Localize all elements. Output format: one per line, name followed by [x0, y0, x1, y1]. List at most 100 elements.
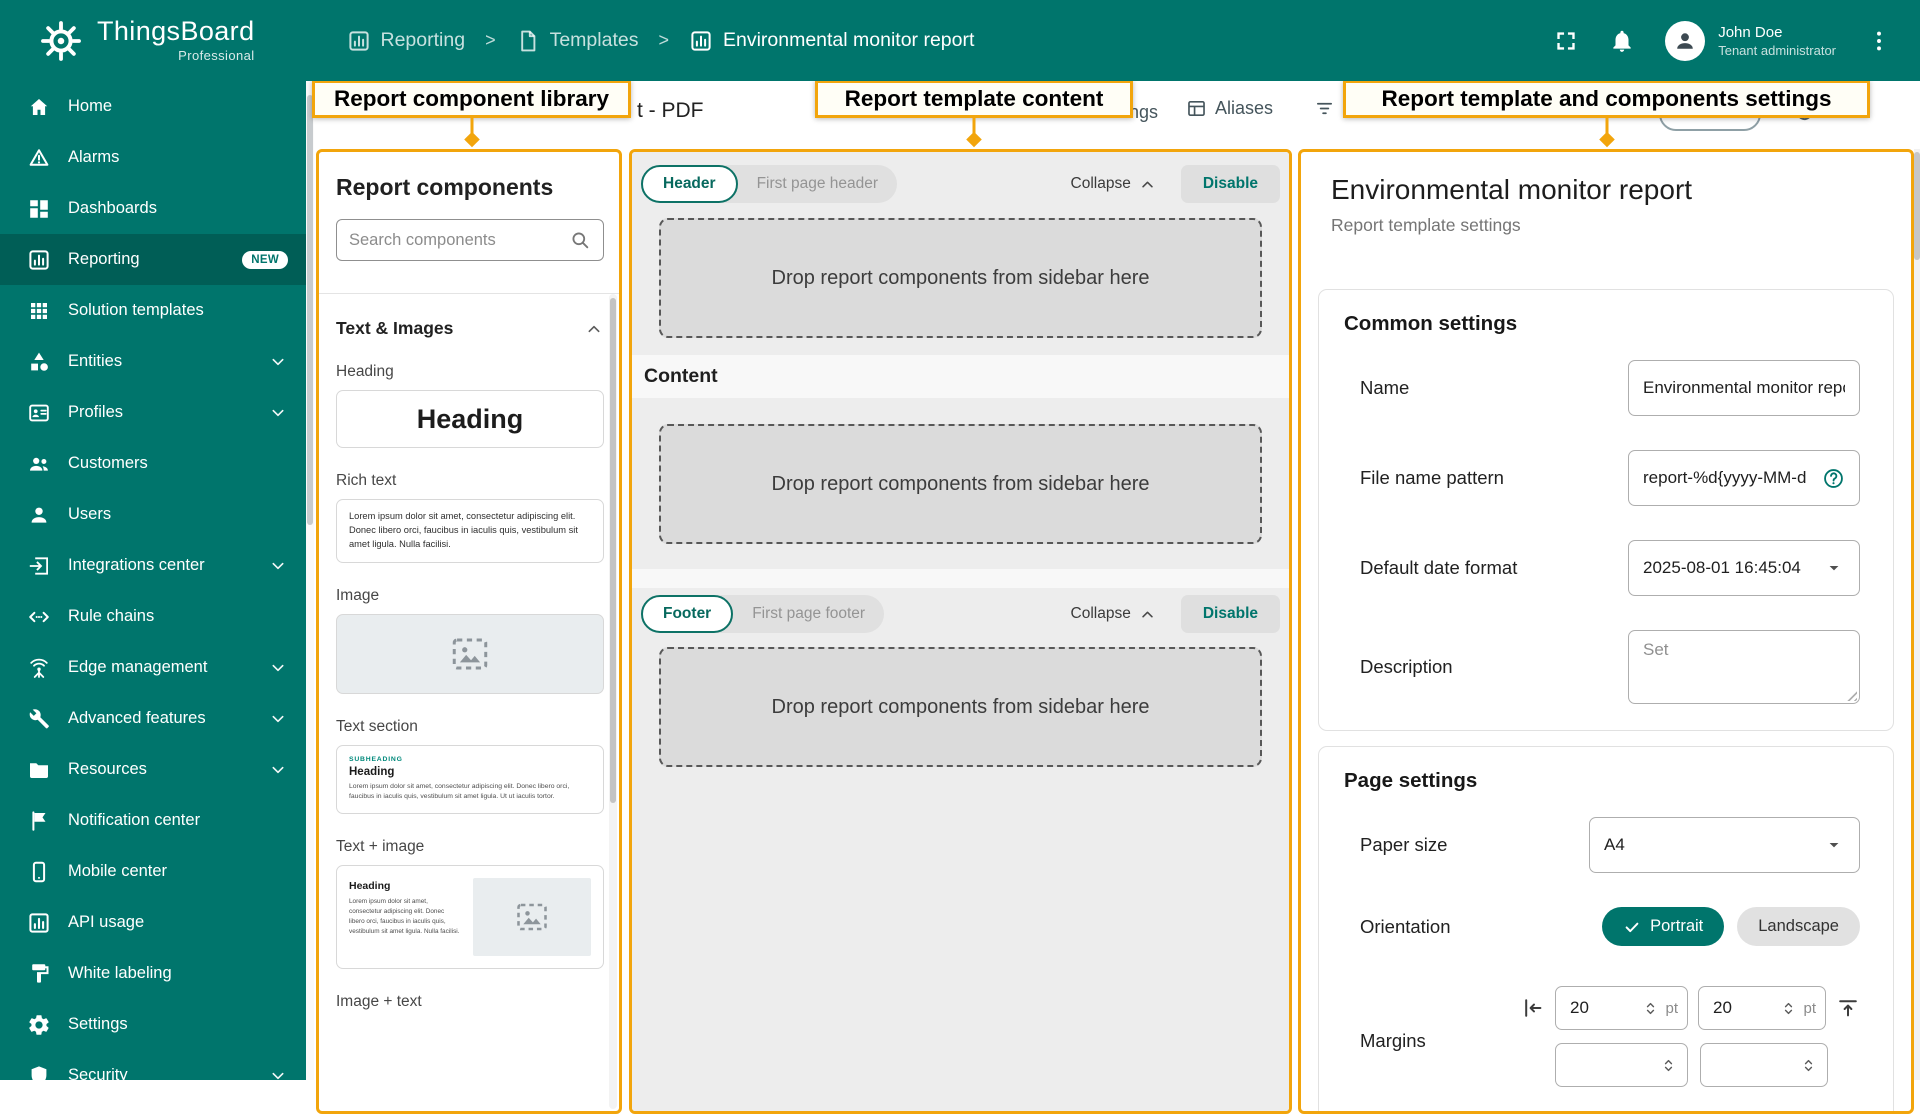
security-shield-icon — [27, 1064, 51, 1080]
sidebar-item-security[interactable]: Security — [0, 1050, 306, 1080]
collapse-button[interactable]: Collapse — [1071, 175, 1157, 194]
resize-handle[interactable] — [1846, 690, 1857, 701]
thingsboard-logo[interactable]: ThingsBoard Professional — [38, 18, 255, 64]
report-title-fragment: t - PDF — [637, 99, 704, 122]
report-components-panel: Report components Search components Text… — [316, 149, 622, 1114]
preview-subheading: SUBHEADING — [349, 755, 403, 763]
file-name-pattern-input[interactable]: report-%d{yyyy-MM-d — [1628, 450, 1860, 506]
component-image-card[interactable] — [336, 613, 604, 694]
help-icon[interactable] — [1822, 467, 1845, 490]
component-label: Image + text — [336, 992, 422, 1010]
name-input[interactable]: Environmental monitor report — [1628, 360, 1860, 416]
home-icon — [27, 95, 51, 119]
footer-chip[interactable]: Footer — [641, 595, 734, 633]
orientation-toggle: Portrait Landscape — [1602, 907, 1860, 946]
paper-size-select[interactable]: A4 — [1589, 817, 1860, 873]
white-labeling-icon — [27, 962, 51, 986]
user-role: Tenant administrator — [1718, 43, 1836, 59]
report-template-settings-panel: Environmental monitor report Report temp… — [1298, 149, 1914, 1114]
fullscreen-icon[interactable] — [1553, 28, 1579, 54]
sidebar-item-integrations-center[interactable]: Integrations center — [0, 540, 306, 591]
new-badge: NEW — [242, 250, 288, 269]
file-name-pattern-label: File name pattern — [1360, 467, 1504, 488]
section-text-and-images[interactable]: Text & Images — [336, 318, 604, 339]
notifications-bell-icon[interactable] — [1609, 28, 1635, 54]
aliases-icon — [1186, 98, 1207, 119]
disable-footer-button[interactable]: Disable — [1180, 595, 1280, 633]
scrollbar-thumb[interactable] — [610, 298, 616, 803]
scrollbar-thumb[interactable] — [1914, 152, 1920, 260]
aliases-button[interactable]: Aliases — [1186, 98, 1273, 119]
sidebar-item-rule-chains[interactable]: Rule chains — [0, 591, 306, 642]
component-text-image-card[interactable]: Heading Lorem ipsum dolor sit amet, cons… — [336, 864, 604, 969]
margin-input-4[interactable] — [1700, 1043, 1828, 1087]
entities-icon — [27, 350, 51, 374]
portrait-toggle-button[interactable]: Portrait — [1602, 907, 1725, 946]
margin-left-icon — [1521, 996, 1545, 1020]
callout-report-template-settings: Report template and components settings — [1343, 80, 1870, 118]
first-page-header-chip[interactable]: First page header — [738, 175, 898, 193]
sidebar-scrollbar[interactable] — [306, 81, 314, 1080]
sidebar-item-users[interactable]: Users — [0, 489, 306, 540]
sidebar-item-profiles[interactable]: Profiles — [0, 387, 306, 438]
scrollbar-thumb[interactable] — [307, 95, 313, 525]
sidebar-item-dashboards[interactable]: Dashboards — [0, 183, 306, 234]
first-page-footer-chip[interactable]: First page footer — [733, 605, 884, 623]
check-icon — [1623, 918, 1641, 936]
content-dropzone[interactable]: Drop report components from sidebar here — [659, 424, 1262, 544]
avatar[interactable] — [1665, 20, 1706, 61]
stepper-icon[interactable] — [1779, 999, 1798, 1018]
components-scrollbar[interactable] — [609, 294, 617, 1109]
sidebar-item-api-usage[interactable]: API usage — [0, 897, 306, 948]
stepper-icon[interactable] — [1799, 1056, 1818, 1075]
header-chip[interactable]: Header — [641, 165, 738, 203]
callout-report-component-library: Report component library — [312, 80, 631, 118]
sidebar-item-entities[interactable]: Entities — [0, 336, 306, 387]
stepper-icon[interactable] — [1641, 999, 1660, 1018]
resources-icon — [27, 758, 51, 782]
footer-dropzone[interactable]: Drop report components from sidebar here — [659, 647, 1262, 767]
sidebar-item-reporting[interactable]: Reporting NEW — [0, 234, 306, 285]
sidebar-item-edge-management[interactable]: Edge management — [0, 642, 306, 693]
component-rich-text-card[interactable]: Lorem ipsum dolor sit amet, consectetur … — [336, 499, 604, 563]
rule-chains-icon — [27, 605, 51, 629]
breadcrumb-current-page[interactable]: Environmental monitor report — [689, 29, 974, 53]
preview-body: Lorem ipsum dolor sit amet, consectetur … — [349, 897, 460, 935]
margin-input-2[interactable]: 20 pt — [1698, 986, 1826, 1030]
sidebar-item-customers[interactable]: Customers — [0, 438, 306, 489]
settings-tab-fragment[interactable]: ngs — [1129, 102, 1158, 123]
logo-title: ThingsBoard — [97, 16, 255, 46]
common-settings-heading: Common settings — [1344, 312, 1518, 335]
user-menu[interactable]: John Doe Tenant administrator — [1665, 20, 1836, 61]
sidebar-item-mobile-center[interactable]: Mobile center — [0, 846, 306, 897]
margin-top-icon — [1836, 996, 1860, 1020]
sidebar-item-resources[interactable]: Resources — [0, 744, 306, 795]
description-textarea[interactable]: Set — [1628, 630, 1860, 704]
collapse-button[interactable]: Collapse — [1071, 605, 1157, 624]
landscape-toggle-button[interactable]: Landscape — [1737, 907, 1860, 946]
disable-header-button[interactable]: Disable — [1180, 165, 1280, 203]
component-heading-card[interactable]: Heading — [336, 390, 604, 448]
more-menu-icon[interactable] — [1866, 28, 1892, 54]
sidebar-item-solution-templates[interactable]: Solution templates — [0, 285, 306, 336]
default-date-format-select[interactable]: 2025-08-01 16:45:04 — [1628, 540, 1860, 596]
callout-report-template-content: Report template content — [815, 80, 1133, 118]
search-components-input[interactable]: Search components — [336, 219, 604, 261]
sidebar-item-alarms[interactable]: Alarms — [0, 132, 306, 183]
sidebar-item-white-labeling[interactable]: White labeling — [0, 948, 306, 999]
stepper-icon[interactable] — [1659, 1056, 1678, 1075]
breadcrumb-reporting[interactable]: Reporting — [347, 29, 465, 53]
sidebar-item-home[interactable]: Home — [0, 81, 306, 132]
breadcrumb-templates[interactable]: Templates — [516, 29, 638, 53]
footer-chip-group: Footer First page footer — [641, 595, 885, 633]
report-template-content-panel: Header First page header Collapse Disabl… — [629, 149, 1292, 1114]
sidebar-item-settings[interactable]: Settings — [0, 999, 306, 1050]
sidebar-item-notification-center[interactable]: Notification center — [0, 795, 306, 846]
margin-input-3[interactable] — [1555, 1043, 1688, 1087]
mobile-center-icon — [27, 860, 51, 884]
margin-input-1[interactable]: 20 pt — [1555, 986, 1688, 1030]
header-dropzone[interactable]: Drop report components from sidebar here — [659, 218, 1262, 338]
component-text-section-card[interactable]: SUBHEADING Heading Lorem ipsum dolor sit… — [336, 744, 604, 814]
page-scrollbar[interactable] — [1914, 149, 1920, 1080]
sidebar-item-advanced-features[interactable]: Advanced features — [0, 693, 306, 744]
